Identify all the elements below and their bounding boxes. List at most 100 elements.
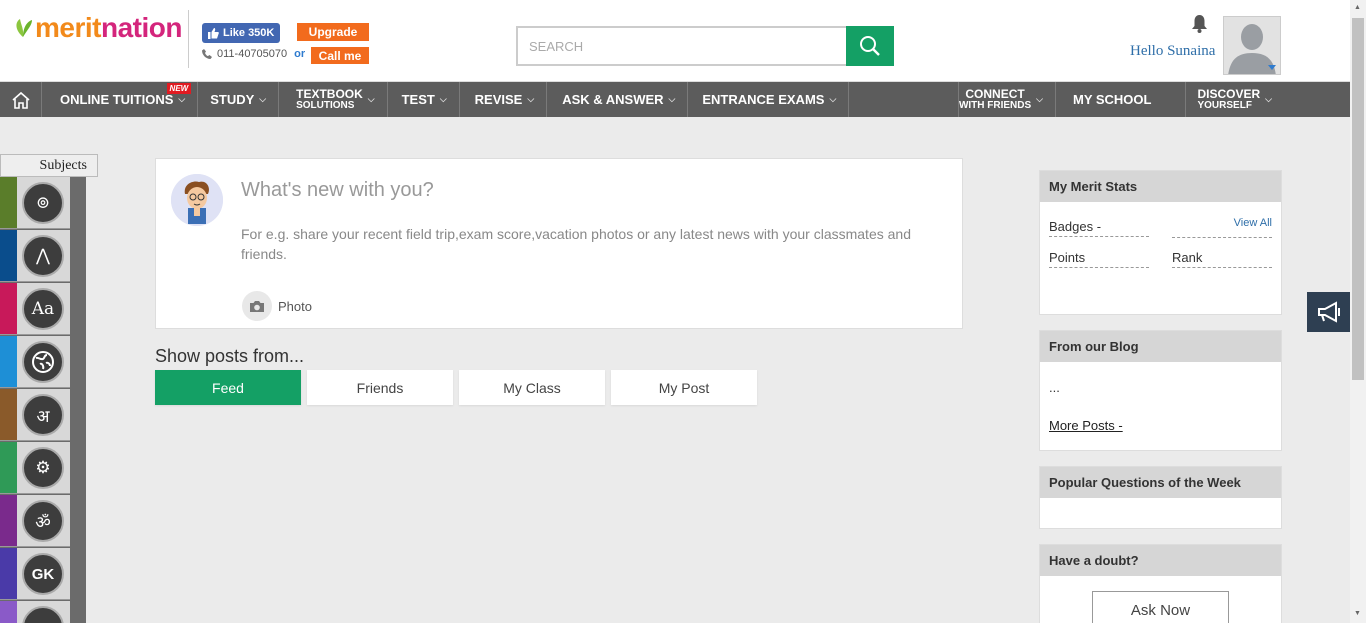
- scroll-down-icon[interactable]: ▼: [1354, 610, 1361, 617]
- search-button[interactable]: [846, 26, 894, 66]
- blog-widget: From our Blog ... More Posts -: [1039, 330, 1282, 451]
- scrollbar-thumb[interactable]: [1352, 18, 1364, 380]
- call-me-button[interactable]: Call me: [311, 47, 369, 64]
- subject-color-stripe: [0, 283, 17, 334]
- phone-number: 011-40705070: [217, 48, 288, 60]
- ask-now-button[interactable]: Ask Now: [1092, 591, 1229, 623]
- nav-ask-answer[interactable]: ASK & ANSWER ⌵: [547, 82, 689, 117]
- nav-connect-label-line1: CONNECT: [965, 86, 1025, 101]
- subject-item[interactable]: Aa: [0, 283, 70, 335]
- phone-contact: 011-40705070 or: [202, 48, 305, 60]
- subject-item[interactable]: GK: [0, 548, 70, 600]
- home-icon: [11, 91, 30, 109]
- popular-questions-title: Popular Questions of the Week: [1040, 467, 1281, 498]
- chevron-down-icon: ⌵: [1036, 94, 1043, 104]
- nav-test[interactable]: TEST ⌵: [388, 82, 460, 117]
- subject-item[interactable]: ⚙: [0, 442, 70, 494]
- subject-item[interactable]: ⊚: [0, 177, 70, 229]
- popular-questions-widget: Popular Questions of the Week: [1039, 466, 1282, 529]
- merit-stats-widget: My Merit Stats Badges - View All Points …: [1039, 170, 1282, 315]
- subjects-sidebar: ⊚ ⋀ Aa अ ⚙ ॐ GK: [0, 177, 86, 623]
- english-icon: Aa: [22, 288, 64, 330]
- merit-stats-title: My Merit Stats: [1040, 171, 1281, 202]
- nav-revise-label: REVISE: [474, 92, 523, 107]
- meritnation-logo[interactable]: merit nation: [12, 12, 182, 44]
- chevron-down-icon: ⌵: [527, 94, 535, 104]
- badges-stat: Badges -: [1049, 219, 1149, 237]
- leaf-logo-icon: [16, 19, 32, 37]
- photo-label: Photo: [278, 298, 312, 314]
- nav-test-label: TEST: [401, 92, 435, 107]
- subject-color-stripe: [0, 495, 17, 546]
- subjects-tab[interactable]: Subjects: [0, 154, 98, 177]
- logo-text-nation: nation: [100, 12, 183, 43]
- nav-revise[interactable]: REVISE ⌵: [460, 82, 548, 117]
- subject-item[interactable]: अ: [0, 389, 70, 441]
- upgrade-button[interactable]: Upgrade: [297, 23, 369, 41]
- tab-my-class[interactable]: My Class: [459, 370, 605, 405]
- home-nav-button[interactable]: [0, 82, 42, 117]
- nav-ask-answer-label: ASK & ANSWER: [562, 92, 664, 107]
- default-avatar-icon: [1224, 17, 1280, 74]
- hindi-icon: अ: [22, 394, 64, 436]
- more-posts-link[interactable]: More Posts -: [1049, 418, 1123, 433]
- nav-my-school[interactable]: MY SCHOOL: [1056, 82, 1187, 117]
- header-divider: [188, 10, 189, 68]
- subject-color-stripe: [0, 548, 17, 599]
- sanskrit-icon: ॐ: [22, 500, 64, 542]
- rank-stat: Rank: [1172, 250, 1272, 268]
- doubt-title: Have a doubt?: [1040, 545, 1281, 576]
- camera-icon: [242, 291, 272, 321]
- doubt-widget: Have a doubt? Ask Now: [1039, 544, 1282, 623]
- chevron-down-icon: ⌵: [178, 94, 186, 104]
- gears-icon: ⚙: [22, 447, 64, 489]
- subject-color-stripe: [0, 601, 17, 623]
- gk-icon: GK: [22, 553, 64, 595]
- nav-connect-label-line2: WITH FRIENDS: [958, 99, 1032, 111]
- add-photo-button[interactable]: Photo: [242, 291, 312, 321]
- feed-tabs: Feed Friends My Class My Post: [155, 370, 757, 405]
- subject-color-stripe: [0, 389, 17, 440]
- subject-color-stripe: [0, 177, 17, 228]
- nav-connect-with-friends[interactable]: CONNECT WITH FRIENDS ⌵: [833, 82, 1056, 117]
- subject-item[interactable]: [0, 336, 70, 388]
- subject-item[interactable]: [0, 601, 70, 623]
- user-greeting[interactable]: Hello Sunaina: [1130, 43, 1215, 60]
- nav-discover-yourself[interactable]: DISCOVER YOURSELF ⌵: [1186, 82, 1350, 117]
- nav-online-tuitions[interactable]: ONLINE TUITIONS ⌵ NEW: [42, 82, 199, 117]
- tab-friends[interactable]: Friends: [307, 370, 453, 405]
- nav-entrance-exams[interactable]: ENTRANCE EXAMS ⌵: [688, 82, 850, 117]
- megaphone-icon: [1317, 301, 1340, 323]
- tab-feed[interactable]: Feed: [155, 370, 301, 405]
- or-text: or: [294, 48, 306, 60]
- subject-color-stripe: [0, 336, 17, 387]
- facebook-like-button[interactable]: Like 350K: [202, 23, 281, 43]
- main-navigation: ONLINE TUITIONS ⌵ NEW STUDY ⌵ TEXTBOOK SOLU…: [0, 82, 1350, 117]
- logo-text-merit: merit: [35, 12, 101, 43]
- post-composer-card: What's new with you? For e.g. share your…: [155, 158, 963, 329]
- user-avatar[interactable]: [1223, 16, 1281, 75]
- composer-hint[interactable]: For e.g. share your recent field trip,ex…: [241, 224, 951, 264]
- nav-textbook-solutions[interactable]: TEXTBOOK SOLUTIONS ⌵: [279, 82, 388, 117]
- user-cartoon-avatar: [171, 174, 223, 226]
- search-input[interactable]: [516, 26, 846, 66]
- subject-item[interactable]: ॐ: [0, 495, 70, 547]
- more-subject-icon: [22, 606, 64, 623]
- chevron-down-icon: ⌵: [259, 94, 267, 104]
- science-icon: ⊚: [22, 182, 64, 224]
- composer-title[interactable]: What's new with you?: [241, 179, 434, 202]
- subject-item[interactable]: ⋀: [0, 230, 70, 282]
- scroll-up-icon[interactable]: ▲: [1354, 4, 1361, 11]
- new-badge: NEW: [166, 83, 192, 94]
- tab-my-post[interactable]: My Post: [611, 370, 757, 405]
- announcement-button[interactable]: [1307, 292, 1350, 332]
- phone-icon: [202, 49, 212, 59]
- page-scrollbar[interactable]: ▲ ▼: [1350, 0, 1366, 623]
- subject-color-stripe: [0, 442, 17, 493]
- view-all-link[interactable]: View All: [1234, 217, 1272, 229]
- site-header: merit nation Like 350K Upgrade 011-407050…: [0, 0, 1350, 82]
- subject-color-stripe: [0, 230, 17, 281]
- nav-study[interactable]: STUDY ⌵: [198, 82, 280, 117]
- notification-bell-icon[interactable]: [1191, 14, 1208, 38]
- nav-my-school-label: MY SCHOOL: [1072, 92, 1152, 107]
